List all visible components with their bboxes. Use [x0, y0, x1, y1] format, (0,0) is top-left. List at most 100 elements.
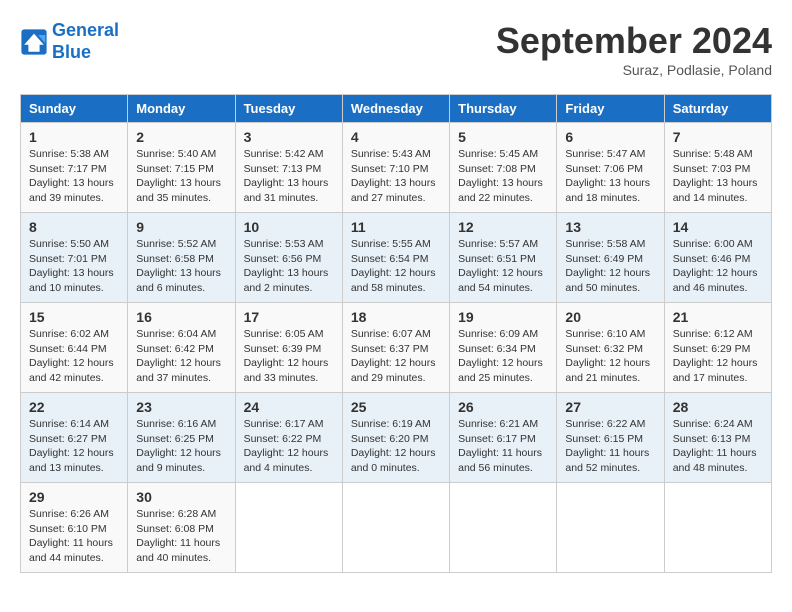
- day-number: 21: [673, 309, 763, 325]
- day-number: 29: [29, 489, 119, 505]
- day-number: 30: [136, 489, 226, 505]
- day-number: 9: [136, 219, 226, 235]
- header-saturday: Saturday: [664, 95, 771, 123]
- table-row: 16Sunrise: 6:04 AMSunset: 6:42 PMDayligh…: [128, 303, 235, 393]
- cell-content: Sunrise: 5:47 AMSunset: 7:06 PMDaylight:…: [565, 147, 655, 206]
- table-row: [557, 483, 664, 573]
- table-row: 5 Sunrise: 5:45 AMSunset: 7:08 PMDaylight…: [450, 123, 557, 213]
- table-row: 30 Sunrise: 6:28 AMSunset: 6:08 PMDayligh…: [128, 483, 235, 573]
- day-number: 22: [29, 399, 119, 415]
- table-row: 20 Sunrise: 6:10 AMSunset: 6:32 PMDayligh…: [557, 303, 664, 393]
- day-number: 27: [565, 399, 655, 415]
- logo-icon: [20, 28, 48, 56]
- cell-content: Sunrise: 5:55 AMSunset: 6:54 PMDaylight:…: [351, 237, 441, 296]
- table-row: 2 Sunrise: 5:40 AMSunset: 7:15 PMDaylight…: [128, 123, 235, 213]
- calendar-body: 1 Sunrise: 5:38 AMSunset: 7:17 PMDaylight…: [21, 123, 772, 573]
- day-number: 14: [673, 219, 763, 235]
- cell-content: Sunrise: 6:07 AMSunset: 6:37 PMDaylight:…: [351, 327, 441, 386]
- day-number: 5: [458, 129, 548, 145]
- table-row: 18Sunrise: 6:07 AMSunset: 6:37 PMDayligh…: [342, 303, 449, 393]
- cell-content: Sunrise: 6:02 AMSunset: 6:44 PMDaylight:…: [29, 327, 119, 386]
- header-friday: Friday: [557, 95, 664, 123]
- cell-content: Sunrise: 6:24 AMSunset: 6:13 PMDaylight:…: [673, 417, 763, 476]
- cell-content: Sunrise: 6:21 AMSunset: 6:17 PMDaylight:…: [458, 417, 548, 476]
- cell-content: Sunrise: 6:28 AMSunset: 6:08 PMDaylight:…: [136, 507, 226, 566]
- cell-content: Sunrise: 6:09 AMSunset: 6:34 PMDaylight:…: [458, 327, 548, 386]
- header-thursday: Thursday: [450, 95, 557, 123]
- table-row: 26 Sunrise: 6:21 AMSunset: 6:17 PMDayligh…: [450, 393, 557, 483]
- day-number: 3: [244, 129, 334, 145]
- table-row: 11Sunrise: 5:55 AMSunset: 6:54 PMDayligh…: [342, 213, 449, 303]
- title-block: September 2024 Suraz, Podlasie, Poland: [496, 20, 772, 78]
- cell-content: Sunrise: 5:50 AMSunset: 7:01 PMDaylight:…: [29, 237, 119, 296]
- cell-content: Sunrise: 6:12 AMSunset: 6:29 PMDaylight:…: [673, 327, 763, 386]
- day-number: 8: [29, 219, 119, 235]
- cell-content: Sunrise: 5:52 AMSunset: 6:58 PMDaylight:…: [136, 237, 226, 296]
- table-row: [342, 483, 449, 573]
- day-number: 20: [565, 309, 655, 325]
- table-row: 29 Sunrise: 6:26 AMSunset: 6:10 PMDayligh…: [21, 483, 128, 573]
- table-row: 12 Sunrise: 5:57 AMSunset: 6:51 PMDayligh…: [450, 213, 557, 303]
- table-row: 23 Sunrise: 6:16 AMSunset: 6:25 PMDayligh…: [128, 393, 235, 483]
- header-sunday: Sunday: [21, 95, 128, 123]
- cell-content: Sunrise: 6:05 AMSunset: 6:39 PMDaylight:…: [244, 327, 334, 386]
- page-header: General Blue September 2024 Suraz, Podla…: [20, 20, 772, 78]
- calendar-table: Sunday Monday Tuesday Wednesday Thursday…: [20, 94, 772, 573]
- day-number: 23: [136, 399, 226, 415]
- day-number: 7: [673, 129, 763, 145]
- cell-content: Sunrise: 6:22 AMSunset: 6:15 PMDaylight:…: [565, 417, 655, 476]
- cell-content: Sunrise: 5:48 AMSunset: 7:03 PMDaylight:…: [673, 147, 763, 206]
- header-monday: Monday: [128, 95, 235, 123]
- logo-text: General Blue: [52, 20, 119, 63]
- table-row: 7 Sunrise: 5:48 AMSunset: 7:03 PMDaylight…: [664, 123, 771, 213]
- table-row: 27 Sunrise: 6:22 AMSunset: 6:15 PMDayligh…: [557, 393, 664, 483]
- table-row: 6 Sunrise: 5:47 AMSunset: 7:06 PMDaylight…: [557, 123, 664, 213]
- table-row: [664, 483, 771, 573]
- table-row: 3 Sunrise: 5:42 AMSunset: 7:13 PMDaylight…: [235, 123, 342, 213]
- table-row: [235, 483, 342, 573]
- day-number: 2: [136, 129, 226, 145]
- day-number: 4: [351, 129, 441, 145]
- table-row: 10 Sunrise: 5:53 AMSunset: 6:56 PMDayligh…: [235, 213, 342, 303]
- table-row: 8 Sunrise: 5:50 AMSunset: 7:01 PMDaylight…: [21, 213, 128, 303]
- cell-content: Sunrise: 5:38 AMSunset: 7:17 PMDaylight:…: [29, 147, 119, 206]
- table-row: 19 Sunrise: 6:09 AMSunset: 6:34 PMDayligh…: [450, 303, 557, 393]
- day-number: 6: [565, 129, 655, 145]
- table-row: 21 Sunrise: 6:12 AMSunset: 6:29 PMDayligh…: [664, 303, 771, 393]
- day-number: 10: [244, 219, 334, 235]
- logo: General Blue: [20, 20, 119, 63]
- cell-content: Sunrise: 5:57 AMSunset: 6:51 PMDaylight:…: [458, 237, 548, 296]
- day-number: 19: [458, 309, 548, 325]
- header-tuesday: Tuesday: [235, 95, 342, 123]
- table-row: 13Sunrise: 5:58 AMSunset: 6:49 PMDayligh…: [557, 213, 664, 303]
- day-number: 24: [244, 399, 334, 415]
- table-row: 15 Sunrise: 6:02 AMSunset: 6:44 PMDayligh…: [21, 303, 128, 393]
- header-wednesday: Wednesday: [342, 95, 449, 123]
- table-row: 28Sunrise: 6:24 AMSunset: 6:13 PMDayligh…: [664, 393, 771, 483]
- cell-content: Sunrise: 5:53 AMSunset: 6:56 PMDaylight:…: [244, 237, 334, 296]
- cell-content: Sunrise: 5:42 AMSunset: 7:13 PMDaylight:…: [244, 147, 334, 206]
- cell-content: Sunrise: 6:26 AMSunset: 6:10 PMDaylight:…: [29, 507, 119, 566]
- day-number: 12: [458, 219, 548, 235]
- table-row: 4Sunrise: 5:43 AMSunset: 7:10 PMDaylight…: [342, 123, 449, 213]
- day-number: 15: [29, 309, 119, 325]
- table-row: 1 Sunrise: 5:38 AMSunset: 7:17 PMDaylight…: [21, 123, 128, 213]
- table-row: 24Sunrise: 6:17 AMSunset: 6:22 PMDayligh…: [235, 393, 342, 483]
- day-number: 26: [458, 399, 548, 415]
- cell-content: Sunrise: 6:19 AMSunset: 6:20 PMDaylight:…: [351, 417, 441, 476]
- cell-content: Sunrise: 6:14 AMSunset: 6:27 PMDaylight:…: [29, 417, 119, 476]
- cell-content: Sunrise: 6:10 AMSunset: 6:32 PMDaylight:…: [565, 327, 655, 386]
- day-number: 17: [244, 309, 334, 325]
- cell-content: Sunrise: 5:45 AMSunset: 7:08 PMDaylight:…: [458, 147, 548, 206]
- day-number: 1: [29, 129, 119, 145]
- table-row: 17 Sunrise: 6:05 AMSunset: 6:39 PMDayligh…: [235, 303, 342, 393]
- table-row: 25Sunrise: 6:19 AMSunset: 6:20 PMDayligh…: [342, 393, 449, 483]
- calendar-header: Sunday Monday Tuesday Wednesday Thursday…: [21, 95, 772, 123]
- month-title: September 2024: [496, 20, 772, 62]
- day-number: 13: [565, 219, 655, 235]
- table-row: 14Sunrise: 6:00 AMSunset: 6:46 PMDayligh…: [664, 213, 771, 303]
- cell-content: Sunrise: 5:40 AMSunset: 7:15 PMDaylight:…: [136, 147, 226, 206]
- cell-content: Sunrise: 6:16 AMSunset: 6:25 PMDaylight:…: [136, 417, 226, 476]
- location-subtitle: Suraz, Podlasie, Poland: [496, 62, 772, 78]
- table-row: 22 Sunrise: 6:14 AMSunset: 6:27 PMDayligh…: [21, 393, 128, 483]
